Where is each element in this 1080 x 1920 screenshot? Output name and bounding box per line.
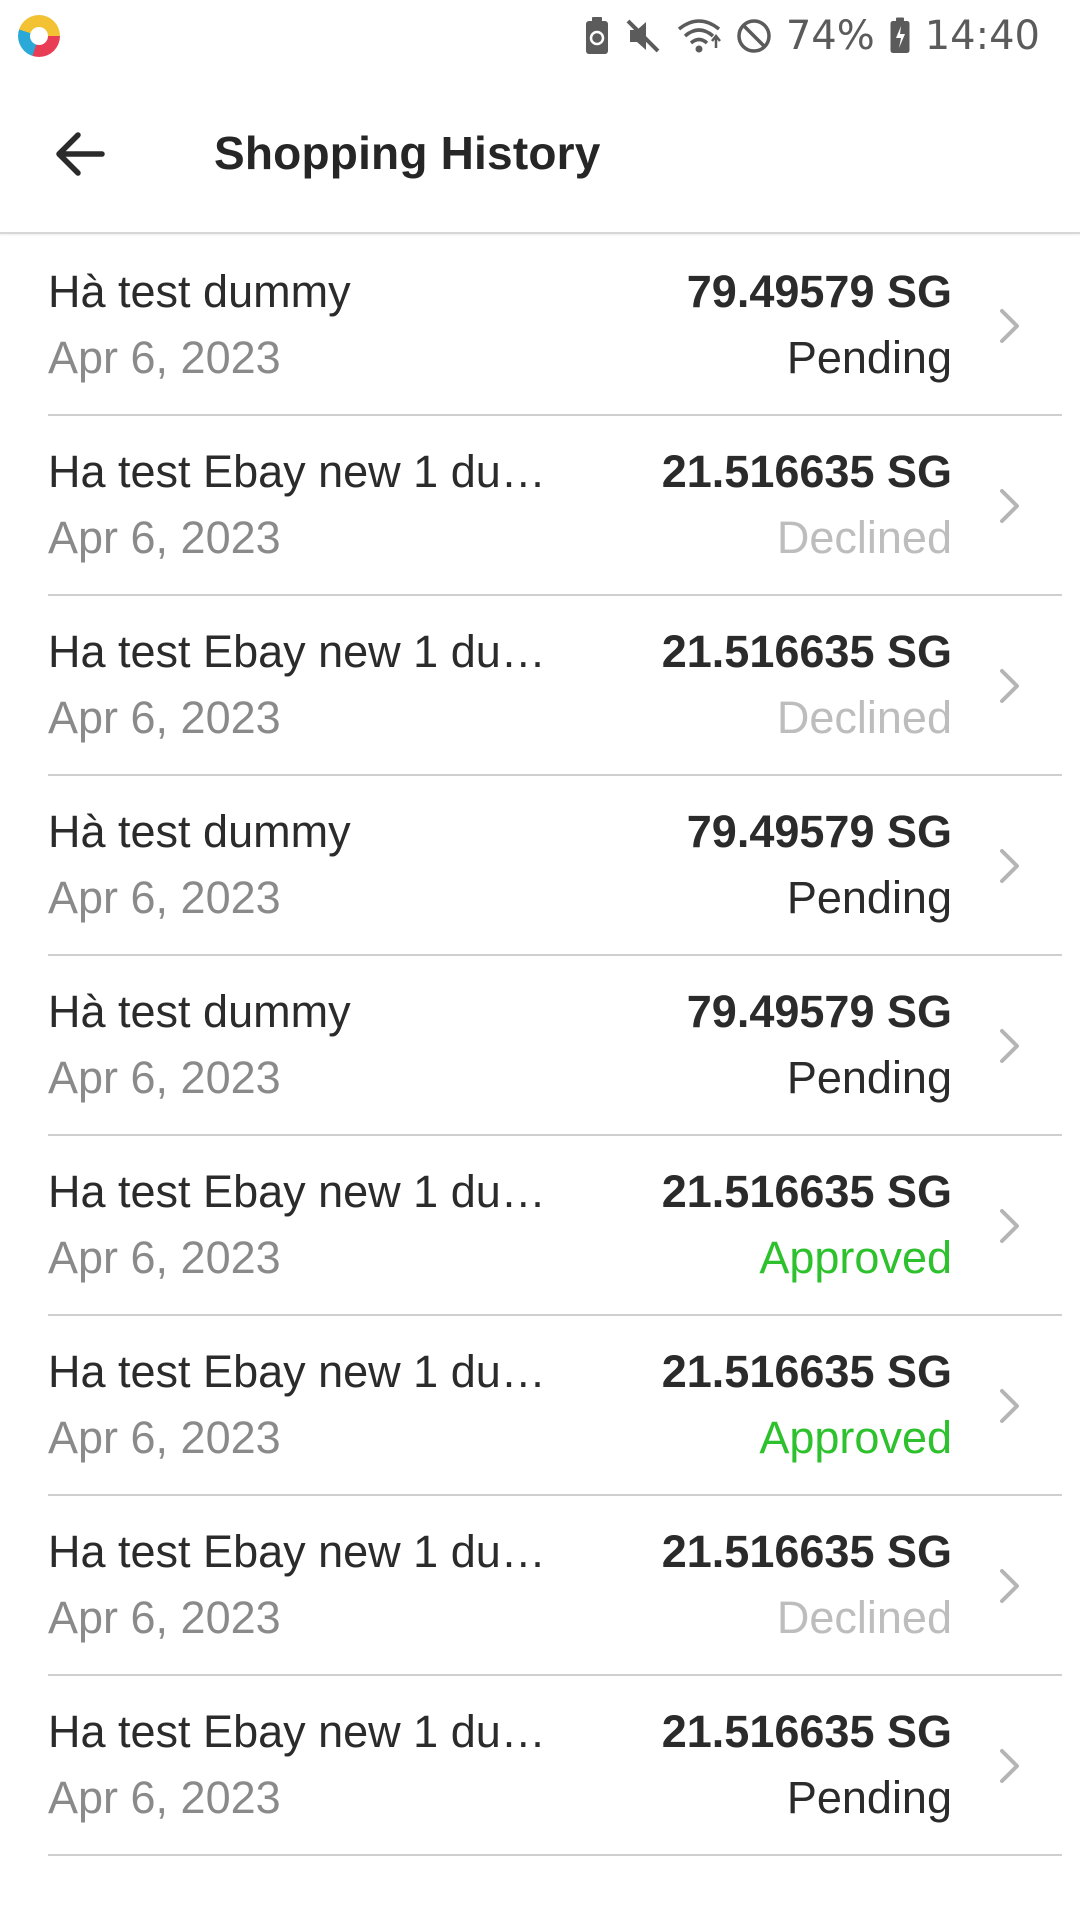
chevron-right-icon xyxy=(1000,1749,1019,1783)
history-row[interactable]: Ha test Ebay new 1 du… Apr 6, 2023 21.51… xyxy=(48,1496,1062,1676)
order-status: Declined xyxy=(776,692,952,743)
order-name: Ha test Ebay new 1 du… xyxy=(48,1346,546,1397)
app-logo-icon xyxy=(18,15,60,57)
history-row[interactable]: Ha test Ebay new 1 du… Apr 6, 2023 21.51… xyxy=(48,596,1062,776)
order-date: Apr 6, 2023 xyxy=(48,1052,281,1103)
order-amount: 21.516635 SG xyxy=(661,1526,952,1577)
order-amount: 21.516635 SG xyxy=(661,1706,952,1757)
back-button[interactable] xyxy=(40,120,120,188)
history-row[interactable]: Hà test dummy Apr 6, 2023 79.49579 SG Pe… xyxy=(48,776,1062,956)
order-status: Pending xyxy=(786,872,952,923)
status-icons: 74% 14:40 xyxy=(584,13,1040,59)
wifi-icon xyxy=(676,17,722,55)
arrow-left-icon xyxy=(56,132,105,176)
order-name: Ha test Ebay new 1 du… xyxy=(48,626,546,677)
history-row[interactable]: Ha test Ebay new 1 du… Apr 6, 2023 21.51… xyxy=(48,1136,1062,1316)
order-name: Hà test dummy xyxy=(48,266,351,317)
chevron-right-icon xyxy=(1000,1389,1019,1423)
order-name: Ha test Ebay new 1 du… xyxy=(48,1706,546,1757)
order-date: Apr 6, 2023 xyxy=(48,692,281,743)
order-amount: 21.516635 SG xyxy=(661,1166,952,1217)
chevron-right-icon xyxy=(1000,669,1019,703)
order-amount: 21.516635 SG xyxy=(661,1346,952,1397)
order-date: Apr 6, 2023 xyxy=(48,1412,281,1463)
order-amount: 79.49579 SG xyxy=(686,266,952,317)
order-date: Apr 6, 2023 xyxy=(48,1772,281,1823)
page-title: Shopping History xyxy=(214,127,601,179)
history-row[interactable]: Ha test Ebay new 1 du… Apr 6, 2023 21.51… xyxy=(48,1676,1062,1856)
order-amount: 79.49579 SG xyxy=(686,806,952,857)
mute-icon xyxy=(624,17,662,55)
history-row[interactable]: Ha test Ebay new 1 du… Apr 6, 2023 21.51… xyxy=(48,1316,1062,1496)
shopping-history-list: Hà test dummy Apr 6, 2023 79.49579 SG Pe… xyxy=(0,236,1080,1856)
chevron-right-icon xyxy=(1000,849,1019,883)
order-date: Apr 6, 2023 xyxy=(48,512,281,563)
order-name: Ha test Ebay new 1 du… xyxy=(48,1526,546,1577)
order-status: Pending xyxy=(786,1772,952,1823)
order-status: Approved xyxy=(759,1232,952,1283)
clock: 14:40 xyxy=(924,13,1040,59)
history-row[interactable]: Hà test dummy Apr 6, 2023 79.49579 SG Pe… xyxy=(48,236,1062,416)
order-status: Declined xyxy=(776,512,952,563)
order-amount: 21.516635 SG xyxy=(661,626,952,677)
status-bar: 74% 14:40 xyxy=(0,0,1080,72)
order-status: Approved xyxy=(759,1412,952,1463)
order-date: Apr 6, 2023 xyxy=(48,1232,281,1283)
order-status: Declined xyxy=(776,1592,952,1643)
app-header: Shopping History xyxy=(0,72,1080,234)
order-name: Hà test dummy xyxy=(48,806,351,857)
order-name: Ha test Ebay new 1 du… xyxy=(48,1166,546,1217)
history-row[interactable]: Hà test dummy Apr 6, 2023 79.49579 SG Pe… xyxy=(48,956,1062,1136)
order-date: Apr 6, 2023 xyxy=(48,332,281,383)
order-amount: 21.516635 SG xyxy=(661,446,952,497)
chevron-right-icon xyxy=(1000,489,1019,523)
order-date: Apr 6, 2023 xyxy=(48,872,281,923)
battery-percent: 74% xyxy=(785,13,875,59)
order-name: Ha test Ebay new 1 du… xyxy=(48,446,546,497)
chevron-right-icon xyxy=(1000,309,1019,343)
order-name: Hà test dummy xyxy=(48,986,351,1037)
order-amount: 79.49579 SG xyxy=(686,986,952,1037)
chevron-right-icon xyxy=(1000,1569,1019,1603)
battery-icon xyxy=(889,17,911,55)
order-status: Pending xyxy=(786,332,952,383)
history-row[interactable]: Ha test Ebay new 1 du… Apr 6, 2023 21.51… xyxy=(48,416,1062,596)
order-status: Pending xyxy=(786,1052,952,1103)
chevron-right-icon xyxy=(1000,1209,1019,1243)
do-not-disturb-icon xyxy=(736,18,772,54)
order-date: Apr 6, 2023 xyxy=(48,1592,281,1643)
chevron-right-icon xyxy=(1000,1029,1019,1063)
battery-saver-icon xyxy=(584,16,610,56)
